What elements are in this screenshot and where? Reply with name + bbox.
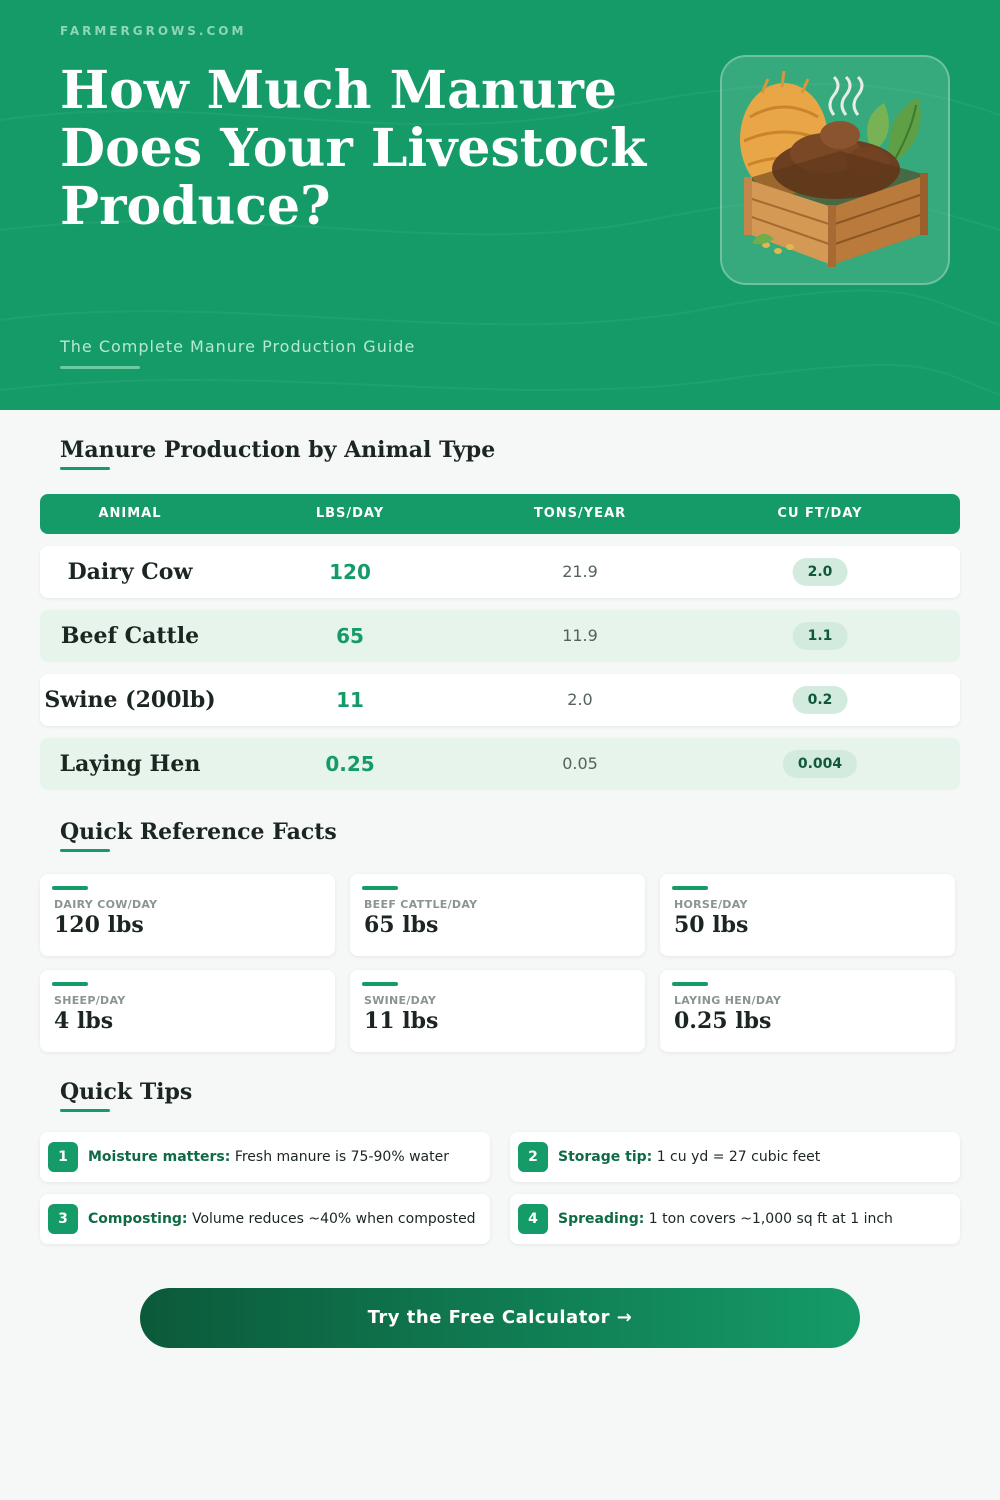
tip-card: 1 Moisture matters: Fresh manure is 75-9… — [40, 1132, 490, 1182]
column-header-animal: ANIMAL — [98, 506, 162, 521]
fact-label: SHEEP/DAY — [54, 994, 126, 1007]
table-row: Dairy Cow 120 21.9 2.0 — [40, 546, 960, 598]
lbs-per-day: 120 — [329, 560, 371, 584]
tip-body: Fresh manure is 75-90% water — [230, 1149, 449, 1165]
tip-title: Moisture matters: — [88, 1149, 231, 1165]
tips-heading-underline — [60, 1109, 110, 1112]
fact-accent-bar — [52, 982, 88, 986]
subtitle-underline — [60, 366, 140, 369]
fact-card: DAIRY COW/DAY 120 lbs — [40, 874, 335, 956]
fact-accent-bar — [672, 886, 708, 890]
animal-name: Swine (200lb) — [44, 687, 216, 713]
tips-heading: Quick Tips — [60, 1079, 193, 1105]
fact-label: SWINE/DAY — [364, 994, 437, 1007]
production-heading-underline — [60, 467, 110, 470]
column-header-lbs-day: LBS/DAY — [315, 506, 385, 521]
cuft-per-day-badge: 0.004 — [782, 750, 858, 778]
fact-card: SWINE/DAY 11 lbs — [350, 970, 645, 1052]
calculator-cta-button[interactable]: Try the Free Calculator → — [140, 1288, 860, 1348]
tip-number-badge: 4 — [518, 1204, 548, 1234]
tip-title: Storage tip: — [558, 1149, 653, 1165]
fact-value: 0.25 lbs — [674, 1008, 772, 1034]
tons-per-year: 0.05 — [562, 754, 598, 773]
fact-accent-bar — [362, 982, 398, 986]
brand-name: FARMERGROWS.COM — [60, 24, 247, 38]
fact-accent-bar — [672, 982, 708, 986]
fact-card: SHEEP/DAY 4 lbs — [40, 970, 335, 1052]
animal-name: Laying Hen — [59, 751, 201, 777]
fact-card: HORSE/DAY 50 lbs — [660, 874, 955, 956]
tip-body: Volume reduces ~40% when composted — [187, 1211, 476, 1227]
fact-value: 50 lbs — [674, 912, 749, 938]
tip-body: 1 cu yd = 27 cubic feet — [652, 1149, 821, 1165]
tip-number-badge: 3 — [48, 1204, 78, 1234]
tons-per-year: 2.0 — [567, 690, 593, 709]
fact-accent-bar — [52, 886, 88, 890]
tip-body: 1 ton covers ~1,000 sq ft at 1 inch — [644, 1211, 893, 1227]
table-row: Swine (200lb) 11 2.0 0.2 — [40, 674, 960, 726]
tip-text: Storage tip: 1 cu yd = 27 cubic feet — [558, 1132, 820, 1182]
tons-per-year: 21.9 — [562, 562, 598, 581]
tip-card: 4 Spreading: 1 ton covers ~1,000 sq ft a… — [510, 1194, 960, 1244]
tip-title: Composting: — [88, 1211, 188, 1227]
tip-card: 2 Storage tip: 1 cu yd = 27 cubic feet — [510, 1132, 960, 1182]
tons-per-year: 11.9 — [562, 626, 598, 645]
tip-title: Spreading: — [558, 1211, 645, 1227]
fact-label: HORSE/DAY — [674, 898, 748, 911]
production-heading: Manure Production by Animal Type — [60, 437, 496, 463]
tip-number-badge: 2 — [518, 1142, 548, 1172]
fact-value: 4 lbs — [54, 1008, 114, 1034]
animal-name: Beef Cattle — [60, 623, 200, 649]
column-header-tons-year: TONS/YEAR — [533, 506, 627, 521]
fact-card: BEEF CATTLE/DAY 65 lbs — [350, 874, 645, 956]
facts-heading-underline — [60, 849, 110, 852]
tip-text: Spreading: 1 ton covers ~1,000 sq ft at … — [558, 1194, 893, 1244]
lbs-per-day: 11 — [336, 688, 364, 712]
cuft-per-day-badge: 1.1 — [792, 622, 848, 650]
cuft-per-day-badge: 2.0 — [792, 558, 848, 586]
table-row: Beef Cattle 65 11.9 1.1 — [40, 610, 960, 662]
page-subtitle: The Complete Manure Production Guide — [60, 337, 416, 356]
fact-value: 120 lbs — [54, 912, 144, 938]
table-row: Laying Hen 0.25 0.05 0.004 — [40, 738, 960, 790]
cuft-per-day-badge: 0.2 — [792, 686, 848, 714]
tip-text: Moisture matters: Fresh manure is 75-90%… — [88, 1132, 449, 1182]
fact-label: BEEF CATTLE/DAY — [364, 898, 478, 911]
tip-number-badge: 1 — [48, 1142, 78, 1172]
column-header-cuft-day: CU FT/DAY — [777, 506, 863, 521]
fact-value: 11 lbs — [364, 1008, 439, 1034]
fact-label: DAIRY COW/DAY — [54, 898, 158, 911]
facts-heading: Quick Reference Facts — [60, 819, 337, 845]
table-header: ANIMAL LBS/DAY TONS/YEAR CU FT/DAY — [40, 494, 960, 534]
lbs-per-day: 65 — [336, 624, 364, 648]
hero-banner: FARMERGROWS.COM How Much Manure Does You… — [0, 0, 1000, 410]
compost-bin-icon — [740, 70, 928, 267]
page-title: How Much Manure Does Your Livestock Prod… — [60, 60, 647, 237]
fact-value: 65 lbs — [364, 912, 439, 938]
lbs-per-day: 0.25 — [325, 752, 375, 776]
animal-name: Dairy Cow — [67, 559, 193, 585]
tip-text: Composting: Volume reduces ~40% when com… — [88, 1194, 476, 1244]
fact-accent-bar — [362, 886, 398, 890]
fact-label: LAYING HEN/DAY — [674, 994, 782, 1007]
illustration-card — [720, 55, 950, 285]
fact-card: LAYING HEN/DAY 0.25 lbs — [660, 970, 955, 1052]
steam-icon — [828, 75, 864, 116]
tip-card: 3 Composting: Volume reduces ~40% when c… — [40, 1194, 490, 1244]
